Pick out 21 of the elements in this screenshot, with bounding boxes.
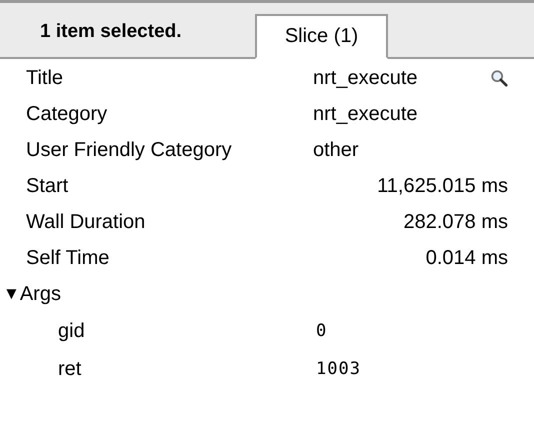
property-label: Wall Duration xyxy=(26,210,146,234)
property-label: User Friendly Category xyxy=(26,138,233,162)
arg-label: ret xyxy=(58,358,82,380)
search-icon[interactable] xyxy=(490,69,508,87)
property-label: Self Time xyxy=(26,246,110,270)
section-label: Args xyxy=(20,282,61,306)
arg-value: 1003 xyxy=(316,359,362,379)
selection-summary: 1 item selected. xyxy=(40,21,183,43)
arg-value: 0 xyxy=(316,321,328,341)
property-label: Category xyxy=(26,102,108,126)
property-value: 11,625.015 ms xyxy=(376,174,508,198)
property-value: 0.014 ms xyxy=(424,246,508,270)
property-label: Title xyxy=(26,66,64,90)
property-value: other xyxy=(313,138,360,162)
property-label: Start xyxy=(26,174,70,198)
property-value: nrt_execute xyxy=(313,102,419,126)
property-value: 282.078 ms xyxy=(402,210,508,234)
disclosure-toggle[interactable]: ▼ xyxy=(3,284,20,304)
tab[interactable]: Slice (1) xyxy=(255,14,388,59)
property-value: nrt_execute xyxy=(313,66,419,90)
arg-label: gid xyxy=(58,320,86,342)
